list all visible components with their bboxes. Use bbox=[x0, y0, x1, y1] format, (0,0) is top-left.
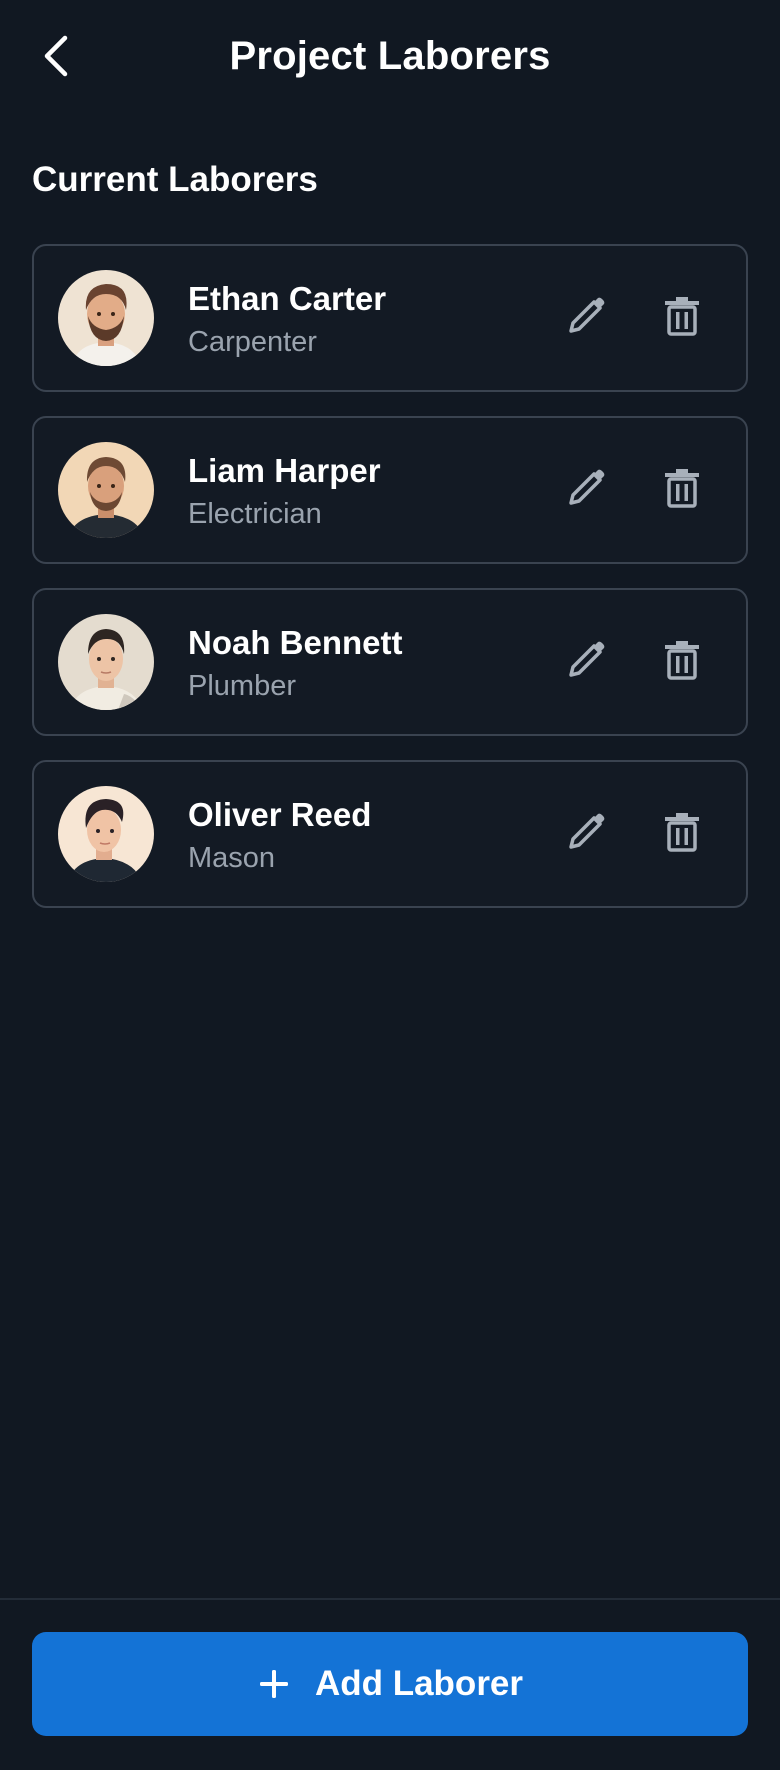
pencil-icon bbox=[569, 469, 605, 505]
app-header: Project Laborers bbox=[0, 0, 780, 124]
pencil-icon bbox=[569, 641, 605, 677]
edit-button[interactable] bbox=[560, 806, 612, 858]
trash-icon bbox=[665, 469, 699, 508]
laborer-card: Liam Harper Electrician bbox=[32, 416, 748, 564]
laborer-role: Electrician bbox=[188, 498, 322, 530]
trash-icon bbox=[665, 641, 699, 680]
pencil-icon bbox=[569, 813, 605, 849]
edit-button[interactable] bbox=[560, 634, 612, 686]
avatar bbox=[58, 786, 154, 882]
laborer-card: Noah Bennett Plumber bbox=[32, 588, 748, 736]
add-laborer-button[interactable]: Add Laborer bbox=[32, 1632, 748, 1736]
laborer-name: Oliver Reed bbox=[188, 796, 372, 833]
delete-button[interactable] bbox=[656, 462, 708, 514]
delete-button[interactable] bbox=[656, 634, 708, 686]
trash-icon bbox=[665, 297, 699, 336]
edit-button[interactable] bbox=[560, 290, 612, 342]
page-title: Project Laborers bbox=[229, 34, 551, 78]
pencil-icon bbox=[569, 297, 605, 333]
laborer-name: Ethan Carter bbox=[188, 280, 387, 317]
edit-button[interactable] bbox=[560, 462, 612, 514]
footer-bar: Add Laborer bbox=[0, 1598, 780, 1770]
delete-button[interactable] bbox=[656, 806, 708, 858]
plus-icon bbox=[257, 1667, 291, 1701]
section-title: Current Laborers bbox=[32, 160, 318, 199]
laborer-name: Noah Bennett bbox=[188, 624, 403, 661]
delete-button[interactable] bbox=[656, 290, 708, 342]
laborer-list: Ethan Carter Carpenter Liam Harper Elect… bbox=[32, 244, 748, 932]
laborer-role: Plumber bbox=[188, 670, 296, 702]
trash-icon bbox=[665, 813, 699, 852]
laborer-card: Oliver Reed Mason bbox=[32, 760, 748, 908]
avatar bbox=[58, 442, 154, 538]
laborer-card: Ethan Carter Carpenter bbox=[32, 244, 748, 392]
avatar bbox=[58, 614, 154, 710]
laborer-role: Carpenter bbox=[188, 326, 317, 358]
laborer-name: Liam Harper bbox=[188, 452, 381, 489]
avatar bbox=[58, 270, 154, 366]
laborer-role: Mason bbox=[188, 842, 276, 874]
add-laborer-label: Add Laborer bbox=[314, 1664, 524, 1703]
